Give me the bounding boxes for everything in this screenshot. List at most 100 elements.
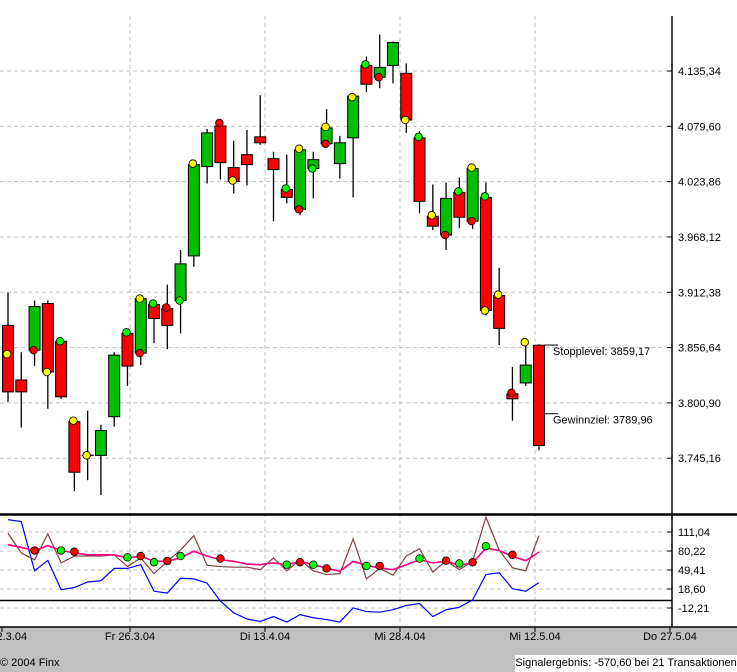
indicator-dot-red bbox=[70, 547, 79, 556]
candle-body bbox=[453, 191, 466, 218]
candle bbox=[55, 339, 68, 399]
signal-marker-red bbox=[374, 73, 383, 82]
candle bbox=[413, 130, 426, 214]
candle bbox=[267, 151, 280, 222]
candle bbox=[440, 182, 453, 250]
indicator-dot-red bbox=[136, 551, 145, 561]
candle-body bbox=[2, 324, 14, 393]
candle bbox=[533, 344, 545, 451]
candle bbox=[479, 182, 492, 316]
candle-body bbox=[240, 154, 253, 166]
signal-marker-green bbox=[361, 60, 370, 69]
candle bbox=[28, 300, 41, 367]
candle-body bbox=[214, 125, 227, 164]
candle bbox=[174, 249, 187, 334]
indicator-line-blue bbox=[7, 519, 540, 623]
candle-body bbox=[400, 72, 413, 121]
candle bbox=[41, 300, 54, 409]
candle bbox=[307, 151, 320, 199]
candle bbox=[2, 292, 14, 402]
candle-body bbox=[440, 197, 453, 236]
signal-marker-green bbox=[308, 164, 317, 173]
signal-marker-yellow bbox=[427, 211, 436, 220]
indicator-dot-red bbox=[322, 564, 331, 573]
signal-marker-yellow bbox=[480, 306, 490, 315]
candle bbox=[15, 352, 28, 428]
candle bbox=[254, 95, 267, 145]
indicator-dot-green bbox=[176, 551, 185, 561]
indicator-tick-label: 80,22 bbox=[678, 546, 706, 558]
candle bbox=[148, 302, 161, 344]
signal-marker-red bbox=[162, 303, 171, 312]
indicator-dot-green bbox=[481, 542, 491, 551]
date-label: Fr 26.3.04 bbox=[105, 631, 155, 643]
signal-marker-red bbox=[215, 118, 224, 128]
candle-body bbox=[466, 168, 479, 222]
candle-body bbox=[134, 298, 147, 354]
candle bbox=[94, 424, 107, 496]
signal-marker-red bbox=[321, 139, 330, 148]
candle-body bbox=[201, 132, 214, 168]
candle bbox=[214, 122, 227, 180]
signal-marker-yellow bbox=[188, 159, 198, 168]
signal-marker-green bbox=[122, 328, 131, 337]
candle bbox=[294, 146, 307, 216]
candle-body bbox=[386, 42, 399, 66]
indicator-dot-red bbox=[441, 556, 451, 565]
candle bbox=[121, 332, 134, 386]
indicator-dot-green bbox=[123, 553, 132, 562]
price-tick-label: 3.912,38 bbox=[678, 287, 721, 299]
signal-marker-green bbox=[148, 299, 158, 308]
signal-marker-yellow bbox=[2, 349, 12, 359]
candle bbox=[68, 419, 81, 492]
signal-marker-red bbox=[294, 205, 304, 214]
candle bbox=[426, 184, 439, 231]
signal-marker-yellow bbox=[467, 163, 476, 172]
signal-marker-red bbox=[440, 230, 450, 240]
signal-marker-yellow bbox=[321, 122, 330, 132]
candle-body bbox=[479, 196, 492, 311]
candle bbox=[347, 95, 360, 198]
candle-body bbox=[413, 137, 426, 202]
indicator-dot-green bbox=[282, 560, 291, 569]
signal-marker-yellow bbox=[347, 92, 357, 102]
candle bbox=[493, 267, 506, 346]
indicator-dot-red bbox=[295, 558, 305, 567]
candle bbox=[280, 154, 293, 204]
signal-marker-green bbox=[480, 192, 490, 201]
signal-marker-yellow bbox=[520, 338, 529, 347]
stock-chart: 4.135,34 4.079,60 4.023,86 3.968,12 3.912,38… bbox=[0, 16, 737, 672]
indicator-dot-red bbox=[375, 561, 384, 571]
signal-marker-yellow bbox=[493, 290, 503, 299]
candle-body bbox=[267, 158, 280, 171]
candle-body bbox=[41, 303, 54, 373]
candle-body bbox=[493, 295, 506, 329]
candle-body bbox=[108, 354, 121, 418]
signal-marker-red bbox=[467, 216, 476, 226]
indicator-dot-green bbox=[415, 554, 424, 563]
candle bbox=[227, 140, 240, 194]
candle bbox=[81, 410, 94, 481]
signal-marker-yellow bbox=[294, 144, 304, 153]
indicator-tick-label: 49,41 bbox=[678, 565, 706, 577]
indicator-dot-green bbox=[455, 559, 464, 568]
candle bbox=[187, 162, 200, 267]
signal-marker-yellow bbox=[135, 294, 144, 303]
candle bbox=[201, 128, 214, 184]
signal-marker-yellow bbox=[69, 416, 78, 425]
copyright-text: © 2004 Finx bbox=[0, 657, 60, 669]
candle bbox=[240, 129, 253, 186]
candle bbox=[108, 352, 121, 427]
signal-result-status: Signalergebnis: -570,60 bei 21 Transakti… bbox=[515, 655, 737, 672]
indicator-tick-label: 111,04 bbox=[678, 527, 710, 539]
indicator-dot-green bbox=[309, 560, 318, 569]
price-tick-label: 3.968,12 bbox=[678, 232, 721, 244]
signal-marker-green bbox=[175, 296, 184, 305]
candle bbox=[333, 135, 346, 179]
price-tick-label: 4.023,86 bbox=[678, 177, 721, 189]
indicator-tick-label: -12,21 bbox=[678, 603, 709, 615]
candle-body bbox=[55, 340, 68, 398]
candle bbox=[453, 177, 466, 229]
date-label: Do 27.5.04 bbox=[643, 631, 697, 643]
indicator-dot-red bbox=[508, 550, 517, 560]
